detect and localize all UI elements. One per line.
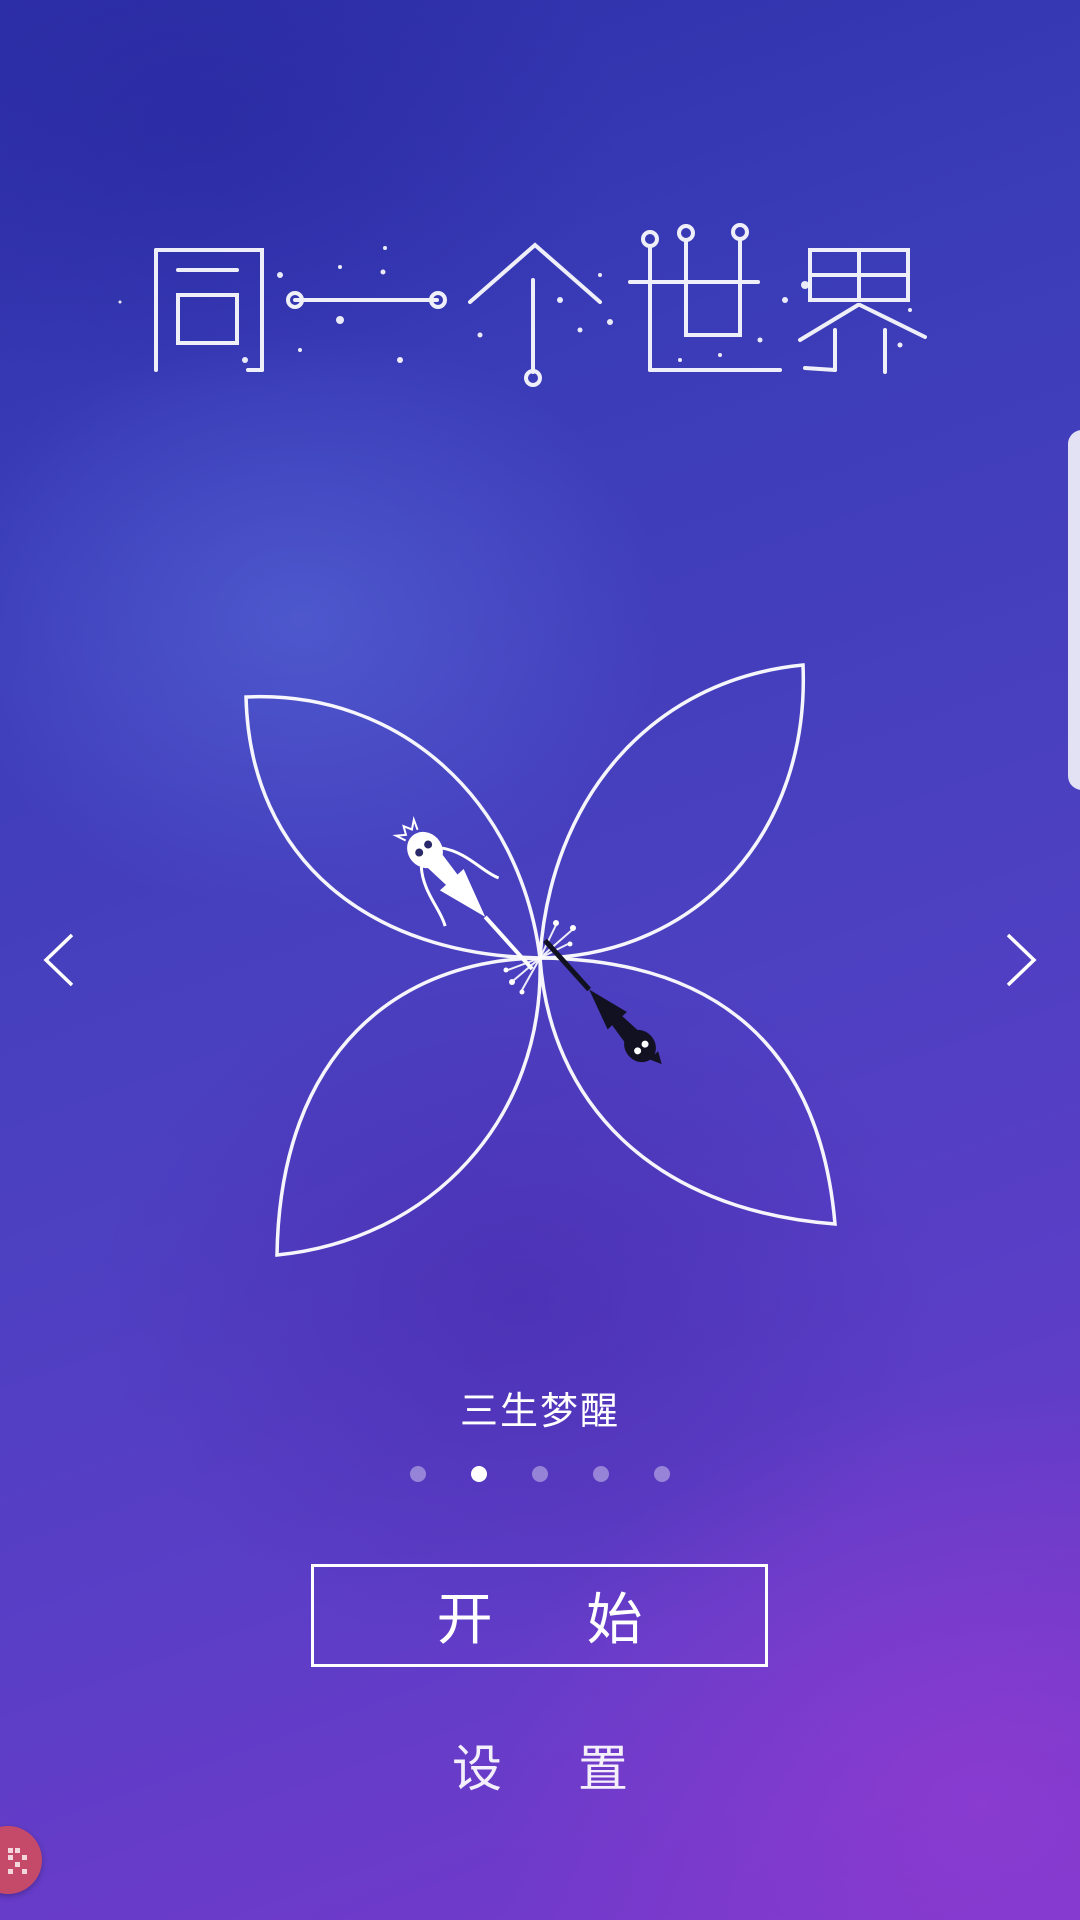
start-button[interactable]: 开 始 <box>311 1564 768 1667</box>
page-dot-1[interactable] <box>410 1466 426 1482</box>
level-preview-flower <box>244 663 837 1257</box>
level-name: 三生梦醒 <box>459 1389 620 1433</box>
next-level-button[interactable] <box>980 905 1060 1015</box>
game-menu-screen: 三生梦醒 开 始 设 置 <box>0 0 1080 1920</box>
page-dot-3[interactable] <box>532 1466 548 1482</box>
petal-top-left <box>244 695 542 960</box>
petal-bottom-right <box>538 956 837 1226</box>
floating-assistant-button[interactable] <box>0 1826 42 1894</box>
petal-top-right <box>538 663 806 960</box>
edge-panel-handle[interactable] <box>1068 430 1080 790</box>
page-dot-5[interactable] <box>654 1466 670 1482</box>
previous-level-button[interactable] <box>20 905 100 1015</box>
page-dot-2-active[interactable] <box>471 1466 487 1482</box>
page-dot-4[interactable] <box>593 1466 609 1482</box>
page-indicator <box>0 1466 1080 1484</box>
chevron-left-icon <box>43 933 74 987</box>
chevron-right-icon <box>1006 933 1037 987</box>
settings-button[interactable]: 设 置 <box>390 1730 690 1800</box>
grid-dots-icon <box>8 1848 27 1874</box>
black-character <box>543 938 662 1065</box>
petal-bottom-left <box>275 956 542 1257</box>
